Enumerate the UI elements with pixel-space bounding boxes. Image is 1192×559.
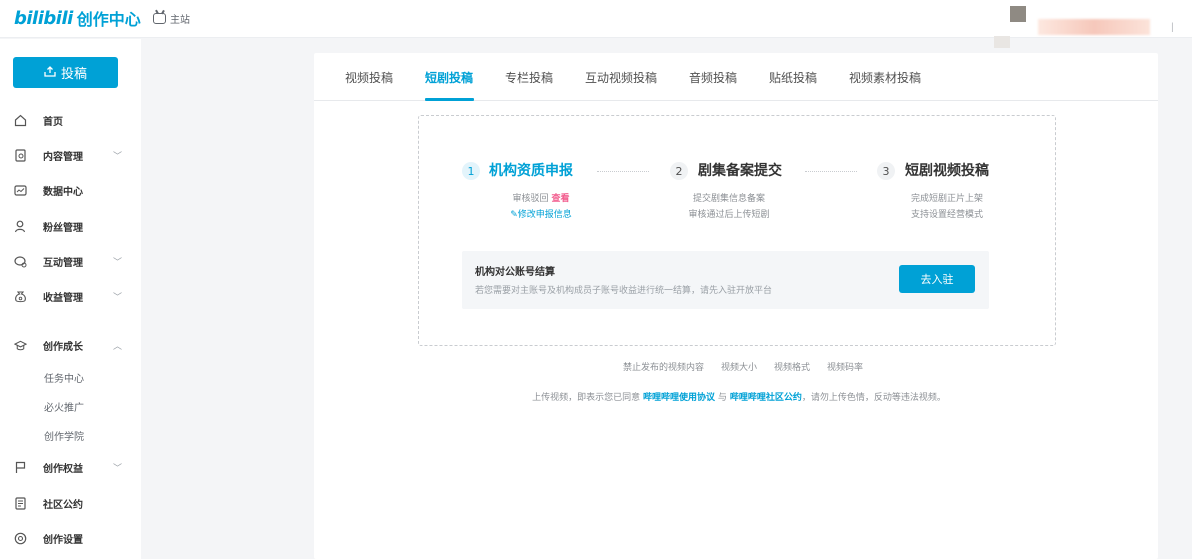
chevron-down-icon: ﹀ [113,151,123,162]
community-rules-link[interactable]: 哔哩哔哩社区公约 [730,393,802,403]
avatar[interactable] [994,6,1026,48]
join-button[interactable]: 去入驻 [899,265,975,293]
sidebar-item-rights[interactable]: 创作权益 ﹀ [0,454,141,480]
sidebar-item-interaction[interactable]: 互动管理 ﹀ [0,248,141,274]
settlement-card: 机构对公账号结算 若您需要对主账号及机构成员子账号收益进行统一结算，请先入驻开放… [462,251,989,309]
sidebar-subitem-tasks[interactable]: 任务中心 [44,370,84,385]
chevron-down-icon[interactable]: ▏ [1172,23,1178,32]
chat-icon [14,255,27,268]
user-icon [14,220,27,233]
tab-article[interactable]: 专栏投稿 [505,69,553,86]
tab-audio[interactable]: 音频投稿 [689,69,737,86]
flag-icon [14,461,27,474]
step-1-status: 审核驳回 查看 [512,194,570,204]
tv-icon [153,13,166,24]
terms-of-use-link[interactable]: 哔哩哔哩使用协议 [643,393,715,403]
step-connector [597,171,649,172]
step-1-title: 机构资质申报 [489,163,573,179]
sidebar-item-label: 收益管理 [43,292,83,304]
sidebar-item-label: 创作权益 [43,463,83,475]
step-3-title: 短剧视频投稿 [905,163,989,179]
short-drama-steps-box: 1 机构资质申报 审核驳回 查看 ✎修改申报信息 2 剧集备案提交 提交剧集信息… [418,115,1056,346]
sidebar-item-settings[interactable]: 创作设置 [0,525,141,551]
sidebar-item-fans[interactable]: 粉丝管理 [0,213,141,239]
settlement-title: 机构对公账号结算 [475,267,555,278]
sidebar-item-label: 社区公约 [43,499,83,511]
step-connector [805,171,857,172]
sidebar-item-content[interactable]: 内容管理 ﹀ [0,142,141,168]
bilibili-logo[interactable]: bilibili 创作中心 [14,7,141,30]
sidebar-item-community[interactable]: 社区公约 [0,490,141,516]
video-size-link[interactable]: 视频大小 [721,360,757,373]
username-blurred [1038,19,1150,35]
upload-type-tabs: 视频投稿 短剧投稿 专栏投稿 互动视频投稿 音频投稿 贴纸投稿 视频素材投稿 [314,53,1158,101]
upload-icon [44,65,56,80]
step-2-number: 2 [670,162,688,180]
chart-icon [14,184,27,197]
main-site-link[interactable]: 主站 [153,11,190,26]
step-3-desc-2: 支持设置经营模式 [910,210,983,220]
creator-center-title: 创作中心 [76,10,141,29]
prohibited-content-link[interactable]: 禁止发布的视频内容 [623,360,704,373]
upload-panel: 视频投稿 短剧投稿 专栏投稿 互动视频投稿 音频投稿 贴纸投稿 视频素材投稿 1… [314,53,1158,559]
money-bag-icon [14,290,27,303]
active-tab-indicator [425,98,474,101]
sidebar-item-income[interactable]: 收益管理 ﹀ [0,283,141,309]
chevron-down-icon: ﹀ [113,292,123,303]
sidebar-item-data[interactable]: 数据中心 [0,177,141,203]
upload-button[interactable]: 投稿 [13,57,118,88]
step-3-number: 3 [877,162,895,180]
home-icon [14,114,27,127]
sidebar-subitem-academy[interactable]: 创作学院 [44,428,84,443]
video-format-link[interactable]: 视频格式 [774,360,810,373]
tab-short-drama[interactable]: 短剧投稿 [425,69,473,86]
sidebar-item-label: 粉丝管理 [43,222,83,234]
step-2-desc-2: 审核通过后上传短剧 [688,210,770,220]
step-1-number: 1 [462,162,480,180]
document-icon [14,148,27,162]
tab-sticker[interactable]: 贴纸投稿 [769,69,817,86]
graduation-icon [14,339,27,352]
upload-label: 投稿 [60,67,87,82]
view-link[interactable]: 查看 [551,194,569,204]
user-menu[interactable]: ▏ [994,6,1178,48]
sidebar-item-label: 数据中心 [43,186,83,198]
chevron-down-icon: ﹀ [113,257,123,268]
upload-rules-links: 禁止发布的视频内容 视频大小 视频格式 视频码率 [314,360,1158,373]
sidebar-item-label: 互动管理 [43,257,83,269]
settings-icon [14,532,27,545]
sidebar-item-label: 创作成长 [43,341,83,353]
tab-video-material[interactable]: 视频素材投稿 [849,69,921,86]
tab-interactive-video[interactable]: 互动视频投稿 [585,69,657,86]
sidebar-item-label: 首页 [43,116,63,128]
sidebar-subitem-promotion[interactable]: 必火推广 [44,399,84,414]
logo-text: bilibili [14,7,73,29]
step-3-desc-1: 完成短剧正片上架 [910,194,983,204]
main-site-label: 主站 [170,15,190,26]
sidebar: 投稿 首页 内容管理 ﹀ 数据中心 粉丝管理 互动管理 ﹀ 收益管理 ﹀ 创作成… [0,39,141,559]
chevron-up-icon: ︿ [113,341,123,352]
step-2-title: 剧集备案提交 [698,163,782,179]
agreement-notice: 上传视频，即表示您已同意 哔哩哔哩使用协议 与 哔哩哔哩社区公约，请勿上传色情，… [532,393,946,403]
sidebar-item-label: 内容管理 [43,151,83,163]
sidebar-item-label: 创作设置 [43,534,83,546]
edit-icon: ✎ [510,210,518,220]
sidebar-item-growth[interactable]: 创作成长 ︿ [0,332,141,358]
rules-icon [14,496,27,510]
step-2-desc-1: 提交剧集信息备案 [692,194,765,204]
settlement-description: 若您需要对主账号及机构成员子账号收益进行统一结算，请先入驻开放平台 [475,286,773,296]
sidebar-item-home[interactable]: 首页 [0,107,141,133]
tab-video[interactable]: 视频投稿 [345,69,393,86]
chevron-down-icon: ﹀ [113,463,123,474]
edit-application-link[interactable]: ✎修改申报信息 [471,207,611,220]
video-bitrate-link[interactable]: 视频码率 [827,360,863,373]
top-bar: bilibili 创作中心 主站 ▏ [0,0,1192,48]
